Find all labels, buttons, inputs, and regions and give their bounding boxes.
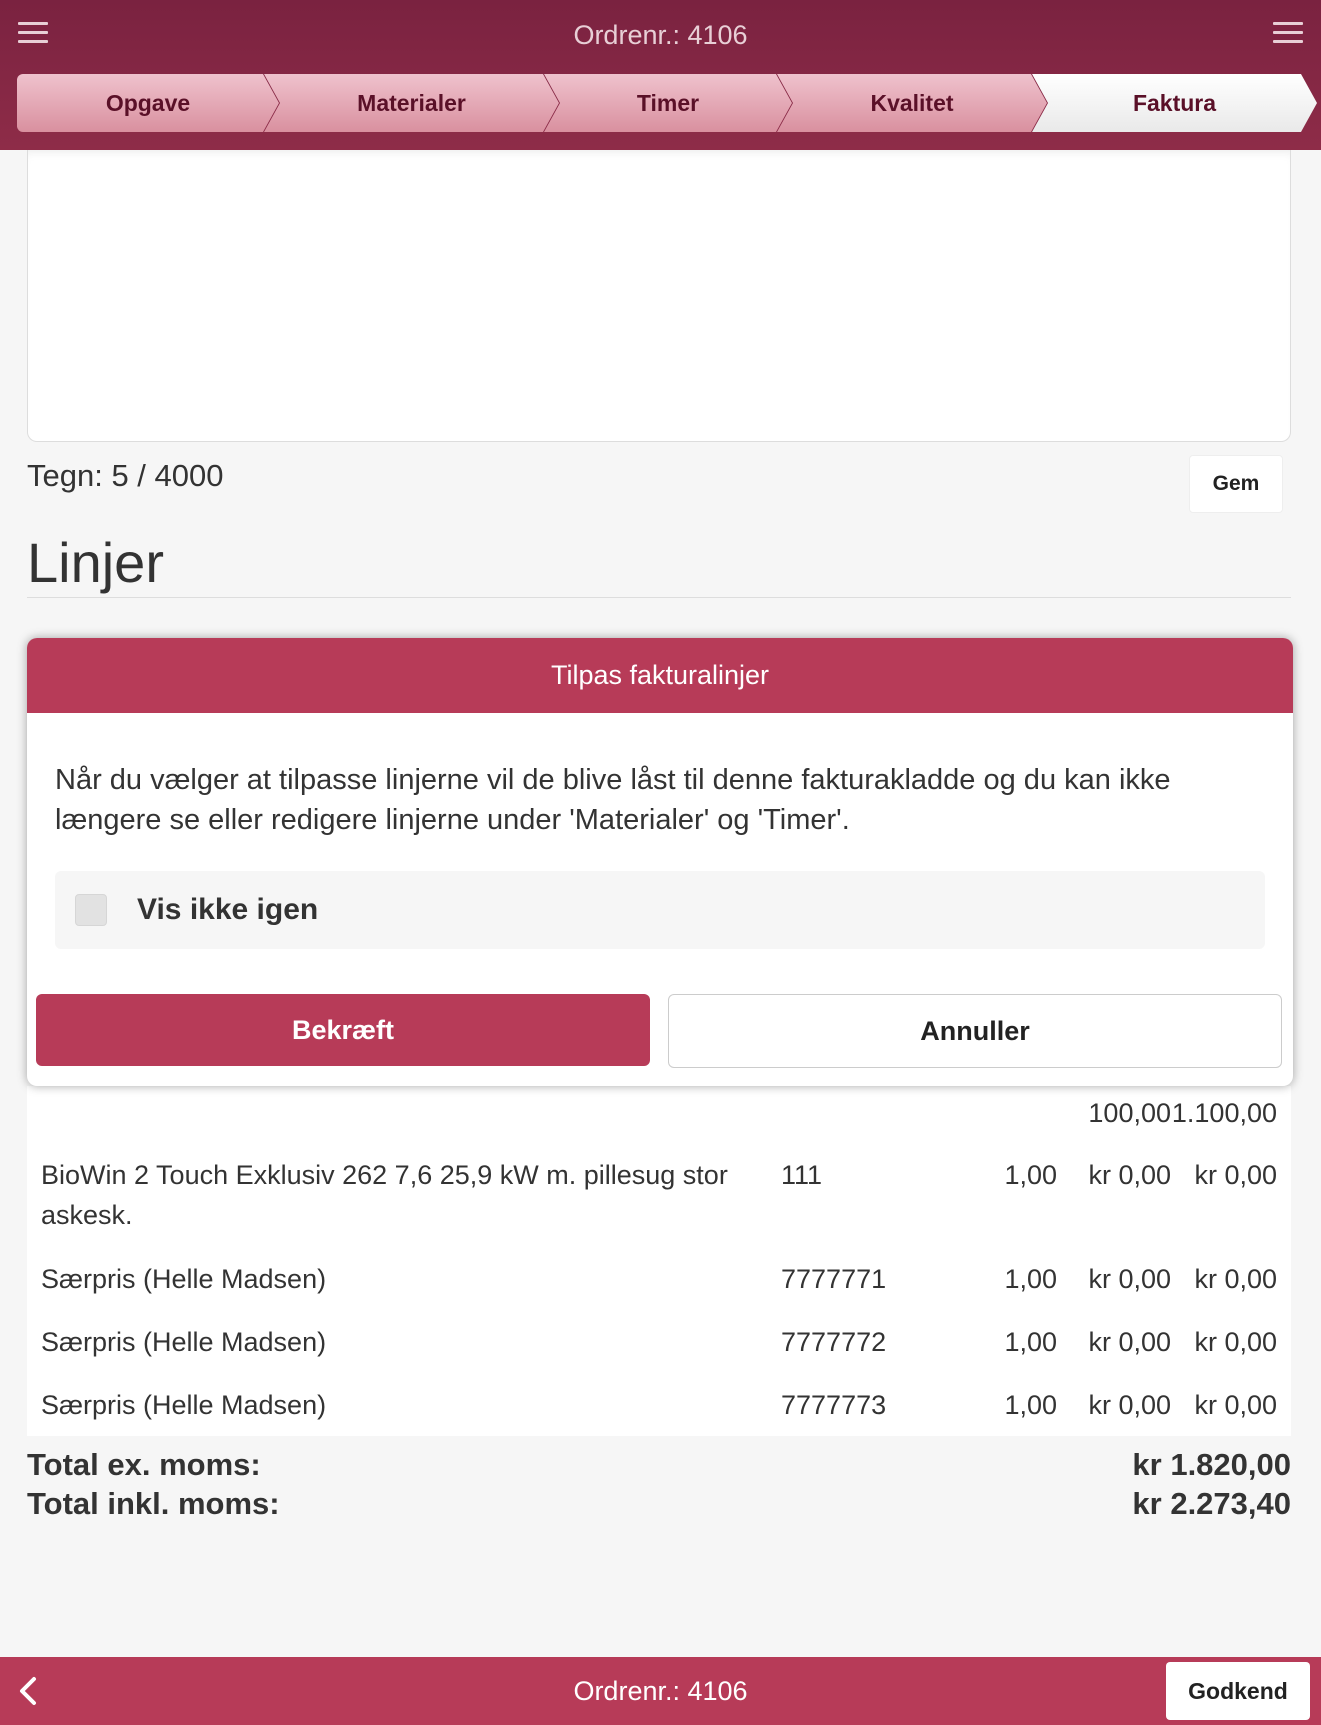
approve-button[interactable]: Godkend (1166, 1662, 1310, 1720)
dont-show-again-checkbox[interactable] (75, 894, 107, 926)
step-kvalitet[interactable]: Kvalitet (777, 74, 1047, 132)
description-cell: Særpris (Helle Madsen) (41, 1264, 327, 1294)
dialog-title: Tilpas fakturalinjer (27, 638, 1293, 713)
divider (27, 597, 1291, 598)
confirm-button[interactable]: Bekræft (36, 994, 650, 1066)
step-materialer[interactable]: Materialer (264, 74, 559, 132)
total-ex-value: kr 1.820,00 (1132, 1447, 1291, 1482)
footer-order-title: Ordrenr.: 4106 (573, 1676, 748, 1706)
total-ex-label: Total ex. moms: (27, 1447, 261, 1482)
number-cell: 7777771 (781, 1264, 887, 1294)
price-cell: kr 0,00 (1088, 1264, 1171, 1294)
top-bar: Ordrenr.: 4106 Opgave Materialer Timer K… (0, 0, 1321, 150)
cancel-button[interactable]: Annuller (668, 994, 1282, 1068)
section-title: Linjer (27, 531, 164, 594)
qty-cell: 1,00 (1004, 1327, 1057, 1357)
char-counter: Tegn: 5 / 4000 (27, 458, 224, 493)
notes-textarea[interactable] (27, 150, 1291, 442)
total-incl-label: Total inkl. moms: (27, 1486, 280, 1521)
qty-cell: 1,00 (1004, 1390, 1057, 1420)
number-cell: 7777772 (781, 1327, 887, 1357)
number-cell: 111 (781, 1160, 823, 1190)
dont-show-again-toggle[interactable]: Vis ikke igen (55, 871, 1265, 949)
checkbox-label: Vis ikke igen (137, 893, 319, 926)
step-label: Kvalitet (870, 89, 954, 116)
price-cell: 100,00 (1088, 1098, 1171, 1128)
menu-icon-right[interactable] (1273, 22, 1303, 46)
total-cell: kr 0,00 (1194, 1390, 1277, 1420)
number-cell: 7777773 (781, 1390, 887, 1420)
step-opgave[interactable]: Opgave (17, 74, 279, 132)
step-label: Opgave (105, 89, 191, 116)
qty-cell: 1,00 (1004, 1160, 1057, 1190)
price-cell: kr 0,00 (1088, 1160, 1171, 1190)
description-cell: Særpris (Helle Madsen) (41, 1390, 327, 1420)
customize-lines-dialog: Tilpas fakturalinjer Når du vælger at ti… (27, 638, 1293, 1086)
bottom-bar: Ordrenr.: 4106 Godkend (0, 1657, 1321, 1725)
price-cell: kr 0,00 (1088, 1390, 1171, 1420)
step-label: Faktura (1132, 89, 1217, 116)
step-label: Materialer (357, 89, 466, 116)
invoice-lines-table: 100,00 1.100,00 BioWin 2 Touch Exklusiv … (27, 1086, 1291, 1436)
step-label: Timer (636, 89, 700, 116)
total-cell: 1.100,00 (1171, 1098, 1277, 1128)
total-cell: kr 0,00 (1194, 1327, 1277, 1357)
price-cell: kr 0,00 (1088, 1327, 1171, 1357)
description-cell: Særpris (Helle Madsen) (41, 1327, 327, 1357)
description-cell: BioWin 2 Touch Exklusiv 262 7,6 25,9 kW … (41, 1160, 728, 1230)
total-cell: kr 0,00 (1194, 1264, 1277, 1294)
order-title: Ordrenr.: 4106 (573, 20, 748, 50)
dialog-message: Når du vælger at tilpasse linjerne vil d… (55, 764, 1171, 836)
qty-cell: 1,00 (1004, 1264, 1057, 1294)
total-incl-value: kr 2.273,40 (1132, 1486, 1291, 1521)
step-faktura[interactable]: Faktura (1032, 74, 1317, 132)
total-cell: kr 0,00 (1194, 1160, 1277, 1190)
step-timer[interactable]: Timer (544, 74, 792, 132)
step-breadcrumb: Opgave Materialer Timer Kvalitet Faktura (17, 74, 1317, 132)
save-button[interactable]: Gem (1189, 455, 1283, 513)
